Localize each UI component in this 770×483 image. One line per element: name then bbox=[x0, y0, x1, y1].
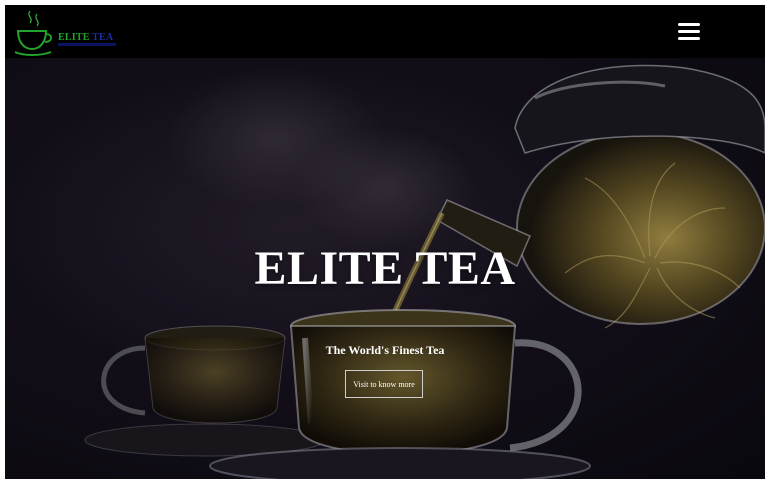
hamburger-menu-icon[interactable] bbox=[675, 18, 703, 44]
brand-logo[interactable]: ELITE TEA bbox=[13, 9, 133, 57]
hero-section: ELITE TEA The World's Finest Tea Visit t… bbox=[5, 58, 765, 479]
hero-title: ELITE TEA bbox=[254, 242, 516, 295]
logo-word-elite: ELITE bbox=[58, 32, 90, 43]
menu-bar-middle bbox=[678, 30, 700, 33]
visit-to-know-more-button[interactable]: Visit to know more bbox=[345, 370, 423, 398]
page-frame: ELITE TEA ELITE TEA The World's Finest T… bbox=[5, 5, 765, 479]
logo-word-tea: TEA bbox=[92, 32, 114, 43]
logo-underline bbox=[58, 43, 116, 46]
tea-cup-logo-icon bbox=[14, 10, 53, 56]
navbar: ELITE TEA bbox=[5, 5, 765, 58]
menu-bar-top bbox=[678, 23, 700, 26]
menu-bar-bottom bbox=[678, 37, 700, 40]
logo-text: ELITE TEA bbox=[58, 32, 113, 43]
hero-subtitle: The World's Finest Tea bbox=[325, 343, 445, 357]
